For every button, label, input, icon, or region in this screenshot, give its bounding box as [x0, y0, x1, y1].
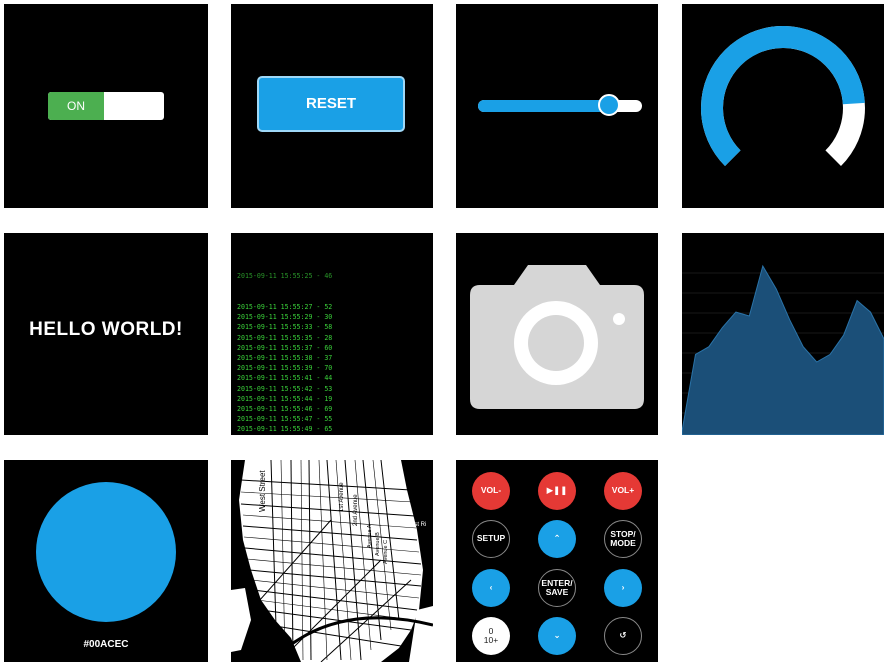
map-label: East Ri	[407, 522, 426, 528]
color-circle	[36, 482, 176, 622]
reset-button[interactable]: RESET	[257, 76, 405, 132]
remote-button-label: VOL-	[480, 485, 502, 496]
remote-button-label: STOP/ MODE	[610, 528, 636, 548]
log-line: 2015-09-11 15:55:33 - 58	[237, 323, 333, 332]
remote-button[interactable]: ↺	[604, 617, 642, 655]
log-line: 2015-09-11 15:55:39 - 70	[237, 364, 333, 373]
slider-track[interactable]	[478, 94, 642, 116]
map-label: 1st Avenue	[339, 482, 345, 512]
hello-world-text: HELLO WORLD!	[29, 319, 183, 340]
remote-button-label: VOL+	[611, 485, 635, 496]
street-map[interactable]: West Street 1st Avenue 2nd Avenue Avenue…	[231, 460, 433, 662]
log-line: 2015-09-11 15:55:41 - 44	[237, 374, 333, 383]
remote-button[interactable]: ▶❚❚	[538, 472, 576, 510]
slider-tile	[456, 4, 658, 208]
area-chart	[682, 264, 884, 435]
remote-button[interactable]: SETUP	[472, 520, 510, 558]
log-output: 2015-09-11 15:55:25 - 46 2015-09-11 15:5…	[237, 251, 429, 435]
toggle-on-label: ON	[48, 92, 104, 120]
remote-button-label: ›	[621, 582, 625, 593]
remote-button[interactable]: VOL-	[472, 472, 510, 510]
remote-button[interactable]: STOP/ MODE	[604, 520, 642, 558]
remote-button-label: SETUP	[476, 533, 506, 544]
gauge-tile	[682, 4, 884, 208]
color-hex-label: #00ACEC	[83, 639, 129, 650]
hello-tile: HELLO WORLD!	[4, 233, 208, 435]
log-line: 2015-09-11 15:55:27 - 52	[237, 303, 333, 312]
area-chart-tile	[682, 233, 884, 435]
remote-button-label: ▶❚❚	[546, 485, 568, 496]
map-label: Avenue B	[375, 532, 381, 556]
remote-tile: VOL- ▶❚❚ VOL+ SETUP ⌃ STOP/ MODE ‹ ENTER/ SAVE ›…	[456, 460, 658, 662]
slider-fill	[478, 100, 610, 112]
remote-button-label: ‹	[489, 582, 493, 593]
log-line: 2015-09-11 15:55:49 - 65	[237, 425, 333, 434]
remote-button[interactable]: ⌃	[538, 520, 576, 558]
remote-button[interactable]: 0 10+	[472, 617, 510, 655]
map-label: Avenue A	[367, 524, 373, 548]
area-series	[682, 264, 884, 435]
log-line: 2015-09-11 15:55:44 - 19	[237, 394, 333, 403]
log-line: 2015-09-11 15:55:47 - 55	[237, 415, 333, 424]
log-line: 2015-09-11 15:55:35 - 28	[237, 333, 333, 342]
camera-tile	[456, 233, 658, 435]
map-label: 2nd Avenue	[353, 494, 359, 526]
map-label: Avenue C	[383, 540, 389, 564]
log-line: 2015-09-11 15:55:37 - 60	[237, 343, 333, 352]
remote-button-label: 0 10+	[483, 625, 499, 645]
map-tile[interactable]: West Street 1st Avenue 2nd Avenue Avenue…	[231, 460, 433, 662]
remote-button[interactable]: ›	[604, 569, 642, 607]
log-line: 2015-09-11 15:55:25 - 46	[237, 272, 333, 281]
log-tile: 2015-09-11 15:55:25 - 46 2015-09-11 15:5…	[231, 233, 433, 435]
camera-icon[interactable]	[456, 233, 658, 435]
remote-button[interactable]: VOL+	[604, 472, 642, 510]
color-swatch-tile: #00ACEC	[4, 460, 208, 662]
on-off-toggle[interactable]: ON	[48, 92, 164, 120]
remote-button-label: ⌄	[553, 630, 561, 641]
slider-thumb[interactable]	[598, 94, 621, 116]
remote-button-label: ↺	[619, 630, 627, 641]
remote-button-label: ⌃	[553, 533, 561, 544]
reset-tile: RESET	[231, 4, 433, 208]
log-line: 2015-09-11 15:55:29 - 30	[237, 313, 333, 322]
log-line: 2015-09-11 15:55:46 - 69	[237, 405, 333, 414]
log-line: 2015-09-11 15:55:38 - 37	[237, 354, 333, 363]
remote-button[interactable]: ‹	[472, 569, 510, 607]
remote-button[interactable]: ENTER/ SAVE	[538, 569, 576, 607]
remote-button[interactable]: ⌄	[538, 617, 576, 655]
gauge-fill	[701, 26, 865, 166]
gauge	[701, 26, 865, 166]
toggle-tile: ON	[4, 4, 208, 208]
remote-button-label: ENTER/ SAVE	[541, 577, 573, 597]
log-line: 2015-09-11 15:55:42 - 53	[237, 384, 333, 393]
map-label: West Street	[258, 470, 267, 512]
